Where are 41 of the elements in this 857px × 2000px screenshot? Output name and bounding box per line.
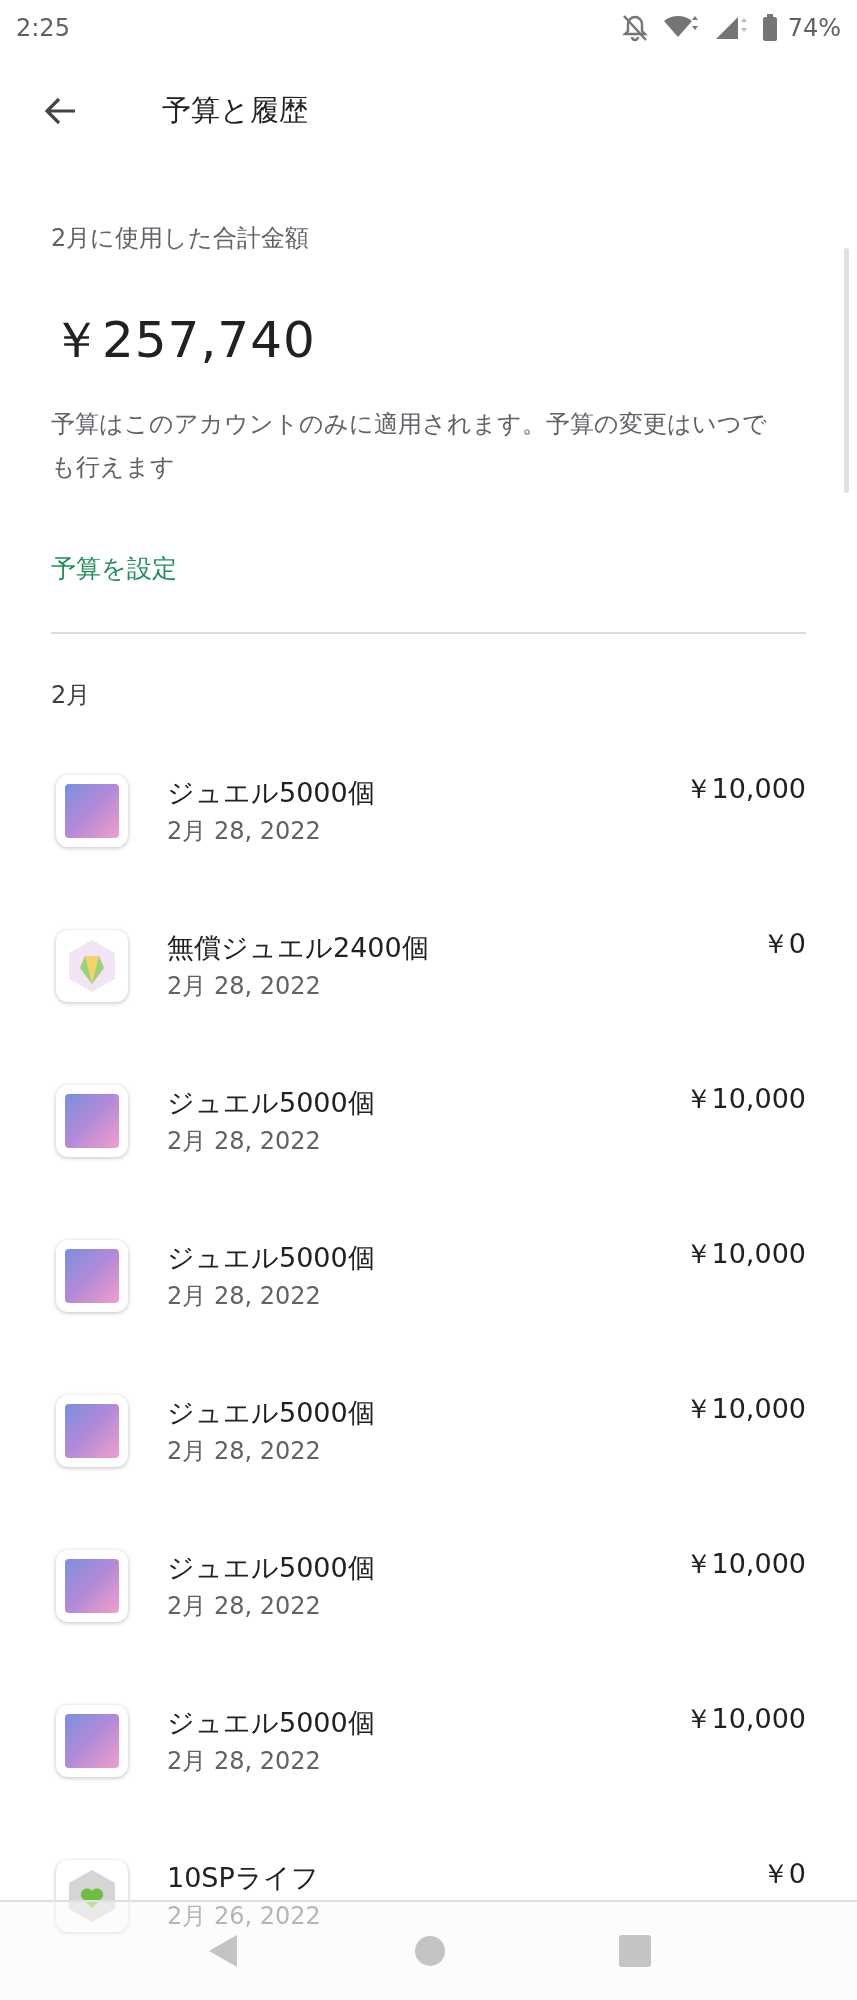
- purchase-date: 2月 26, 2022: [167, 1900, 322, 1932]
- item-title: ジュエル5000個: [167, 1085, 376, 1120]
- back-arrow-icon: [43, 96, 77, 126]
- item-price: ￥10,000: [684, 1237, 806, 1271]
- total-amount: ￥257,740: [51, 310, 317, 371]
- app-icon-placeholder: [65, 1403, 119, 1458]
- item-title: 10SPライフ: [167, 1860, 320, 1895]
- app-icon-placeholder: [65, 1713, 119, 1768]
- purchase-date: 2月 28, 2022: [167, 1125, 322, 1157]
- item-title: 無償ジュエル2400個: [167, 930, 430, 965]
- total-label: 2月に使用した合計金額: [51, 223, 311, 254]
- item-price: ￥10,000: [684, 772, 806, 806]
- item-title: ジュエル5000個: [167, 1395, 376, 1430]
- app-icon-placeholder: [65, 783, 119, 838]
- page-title: 予算と履歴: [162, 92, 308, 129]
- item-price: ￥10,000: [684, 1082, 806, 1116]
- purchase-date: 2月 28, 2022: [167, 1745, 322, 1777]
- battery-percentage: 74%: [787, 14, 841, 42]
- app-icon-placeholder: [65, 1558, 119, 1613]
- item-title: ジュエル5000個: [167, 1550, 376, 1585]
- item-price: ￥10,000: [684, 1547, 806, 1581]
- item-title: ジュエル5000個: [167, 775, 376, 810]
- item-price: ￥0: [761, 1857, 806, 1891]
- item-price: ￥0: [761, 927, 806, 961]
- item-price: ￥10,000: [684, 1702, 806, 1736]
- purchase-date: 2月 28, 2022: [167, 1435, 322, 1467]
- item-title: ジュエル5000個: [167, 1705, 376, 1740]
- purchase-date: 2月 28, 2022: [167, 1590, 322, 1622]
- app-icon-placeholder: [65, 1093, 119, 1148]
- budget-description: 予算はこのアカウントのみに適用されます。予算の変更はいつでも行えます: [51, 409, 768, 483]
- purchase-date: 2月 28, 2022: [167, 970, 322, 1002]
- status-time: 2:25: [16, 14, 70, 42]
- item-price: ￥10,000: [684, 1392, 806, 1426]
- battery-icon: [761, 14, 778, 42]
- bell-off-icon: [621, 14, 648, 42]
- purchase-date: 2月 28, 2022: [167, 1280, 322, 1312]
- item-title: ジュエル5000個: [167, 1240, 376, 1275]
- month-heading: 2月: [50, 680, 92, 711]
- app-icon-placeholder: [65, 1248, 119, 1303]
- set-budget-link[interactable]: 予算を設定: [51, 539, 177, 599]
- purchase-date: 2月 28, 2022: [167, 815, 322, 847]
